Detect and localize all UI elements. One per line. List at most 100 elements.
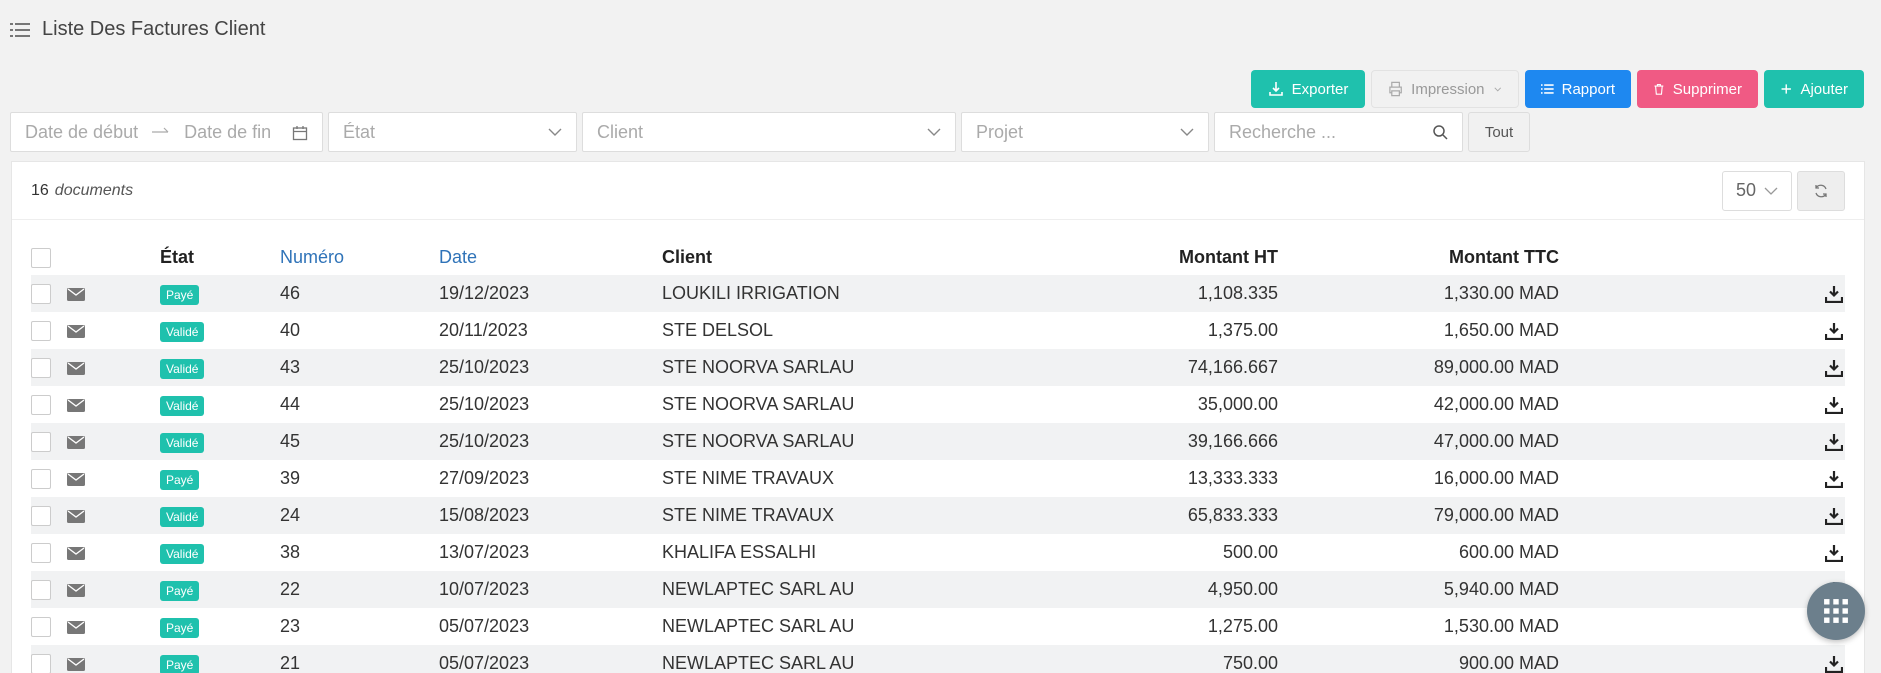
cell-montant-ttc: 5,940.00 MAD	[1278, 571, 1559, 608]
status-badge: Payé	[160, 469, 200, 490]
cell-date: 05/07/2023	[439, 645, 662, 673]
mail-icon[interactable]	[67, 287, 85, 301]
mail-icon[interactable]	[67, 620, 85, 634]
refresh-icon	[1815, 184, 1827, 197]
download-icon[interactable]	[1825, 544, 1843, 563]
row-checkbox[interactable]	[31, 321, 51, 342]
col-montant-ttc: Montant TTC	[1449, 247, 1559, 267]
row-checkbox[interactable]	[31, 654, 51, 673]
search-input[interactable]: Recherche ...	[1214, 112, 1463, 152]
plus-icon	[1781, 84, 1791, 94]
page-header: Liste Des Factures Client	[10, 18, 265, 41]
invoices-panel: 16 documents 50 État Numéro Date Client M…	[11, 161, 1865, 673]
cell-montant-ttc: 1,330.00 MAD	[1278, 275, 1559, 312]
apps-fab-button[interactable]	[1807, 582, 1865, 640]
row-checkbox[interactable]	[31, 506, 51, 527]
cell-client: LOUKILI IRRIGATION	[662, 275, 962, 312]
cell-montant-ttc: 600.00 MAD	[1458, 542, 1559, 562]
mail-icon[interactable]	[67, 546, 85, 560]
mail-icon[interactable]	[67, 435, 85, 449]
cell-client: STE NIME TRAVAUX	[662, 497, 962, 534]
table-header-row: État Numéro Date Client Montant HT Monta…	[31, 240, 1845, 275]
download-icon[interactable]	[1825, 470, 1843, 489]
download-icon[interactable]	[1825, 322, 1843, 341]
mail-icon[interactable]	[67, 361, 85, 375]
cell-client: NEWLAPTEC SARL AU	[662, 645, 962, 673]
select-all-checkbox[interactable]	[31, 248, 51, 269]
table-row[interactable]: Validé 38 13/07/2023 KHALIFA ESSALHI 500…	[31, 534, 1845, 571]
download-icon[interactable]	[1825, 285, 1843, 304]
table-row[interactable]: Validé 44 25/10/2023 STE NOORVA SARLAU 3…	[31, 386, 1845, 423]
col-date[interactable]: Date	[439, 240, 662, 275]
cell-montant-ht: 1,275.00	[1207, 616, 1278, 636]
table-row[interactable]: Payé 21 05/07/2023 NEWLAPTEC SARL AU 750…	[31, 645, 1845, 673]
status-badge: Validé	[160, 358, 205, 379]
download-icon[interactable]	[1825, 433, 1843, 452]
status-badge: Validé	[160, 395, 205, 416]
search-icon[interactable]	[1432, 124, 1448, 140]
date-end-input[interactable]: Date de fin	[184, 122, 271, 143]
download-icon[interactable]	[1825, 396, 1843, 415]
mail-icon[interactable]	[67, 472, 85, 486]
calendar-icon[interactable]	[292, 125, 308, 141]
row-checkbox[interactable]	[31, 395, 51, 416]
cell-numero: 22	[280, 571, 439, 608]
row-checkbox[interactable]	[31, 284, 51, 305]
cell-client: STE NOORVA SARLAU	[662, 349, 962, 386]
cell-date: 25/10/2023	[439, 349, 662, 386]
delete-button[interactable]: Supprimer	[1637, 70, 1758, 108]
etat-select[interactable]: État	[328, 112, 577, 152]
row-checkbox[interactable]	[31, 543, 51, 564]
status-badge: Payé	[160, 580, 200, 601]
row-checkbox[interactable]	[31, 469, 51, 490]
cell-date: 05/07/2023	[439, 616, 530, 636]
cell-montant-ttc: 1,650.00 MAD	[1443, 320, 1559, 340]
mail-icon[interactable]	[67, 398, 85, 412]
table-row[interactable]: Validé 40 20/11/2023 STE DELSOL 1,375.00…	[31, 312, 1845, 349]
chevron-down-icon	[1180, 128, 1194, 136]
mail-icon[interactable]	[67, 324, 85, 338]
table-row[interactable]: Payé 39 27/09/2023 STE NIME TRAVAUX 13,3…	[31, 460, 1845, 497]
client-select[interactable]: Client	[582, 112, 956, 152]
mail-icon[interactable]	[67, 509, 85, 523]
row-checkbox[interactable]	[31, 358, 51, 379]
table-row[interactable]: Validé 24 15/08/2023 STE NIME TRAVAUX 65…	[31, 497, 1845, 534]
download-icon[interactable]	[1825, 507, 1843, 526]
table-row[interactable]: Validé 45 25/10/2023 STE NOORVA SARLAU 3…	[31, 423, 1845, 460]
all-button[interactable]: Tout	[1468, 112, 1530, 152]
date-start-input[interactable]: Date de début	[25, 122, 138, 143]
invoices-table: État Numéro Date Client Montant HT Monta…	[31, 240, 1845, 673]
cell-montant-ttc: 89,000.00 MAD	[1278, 349, 1559, 386]
row-checkbox[interactable]	[31, 617, 51, 638]
download-icon[interactable]	[1825, 359, 1843, 378]
export-button[interactable]: Exporter	[1251, 70, 1365, 108]
row-checkbox[interactable]	[31, 580, 51, 601]
client-placeholder: Client	[597, 121, 644, 142]
cell-numero: 43	[280, 349, 439, 386]
add-button[interactable]: Ajouter	[1764, 70, 1864, 108]
list-icon[interactable]	[10, 22, 30, 38]
cell-date: 20/11/2023	[439, 320, 528, 340]
report-button[interactable]: Rapport	[1525, 70, 1631, 108]
document-count-label: documents	[54, 181, 134, 199]
date-range-picker[interactable]: Date de début Date de fin	[10, 112, 323, 152]
row-checkbox[interactable]	[31, 432, 51, 453]
table-row[interactable]: Validé 43 25/10/2023 STE NOORVA SARLAU 7…	[31, 349, 1845, 386]
cell-montant-ttc: 79,000.00 MAD	[1278, 497, 1559, 534]
projet-select[interactable]: Projet	[961, 112, 1209, 152]
col-numero[interactable]: Numéro	[280, 240, 439, 275]
filters-bar: Date de début Date de fin État Client Pr…	[10, 112, 1530, 152]
mail-icon[interactable]	[67, 657, 85, 671]
mail-icon[interactable]	[67, 583, 85, 597]
per-page-select[interactable]: 50	[1722, 170, 1792, 211]
status-badge: Payé	[160, 654, 200, 673]
cell-client: STE NOORVA SARLAU	[662, 423, 962, 460]
table-row[interactable]: Payé 22 10/07/2023 NEWLAPTEC SARL AU 4,9…	[31, 571, 1845, 608]
table-row[interactable]: Payé 46 19/12/2023 LOUKILI IRRIGATION 1,…	[31, 275, 1845, 312]
refresh-button[interactable]	[1797, 170, 1845, 211]
panel-header: 16 documents 50	[12, 162, 1864, 220]
table-row[interactable]: Payé 23 05/07/2023 NEWLAPTEC SARL AU 1,2…	[31, 608, 1845, 645]
cell-montant-ttc: 47,000.00 MAD	[1278, 423, 1559, 460]
download-icon[interactable]	[1825, 655, 1843, 673]
print-button[interactable]: Impression	[1371, 70, 1519, 108]
